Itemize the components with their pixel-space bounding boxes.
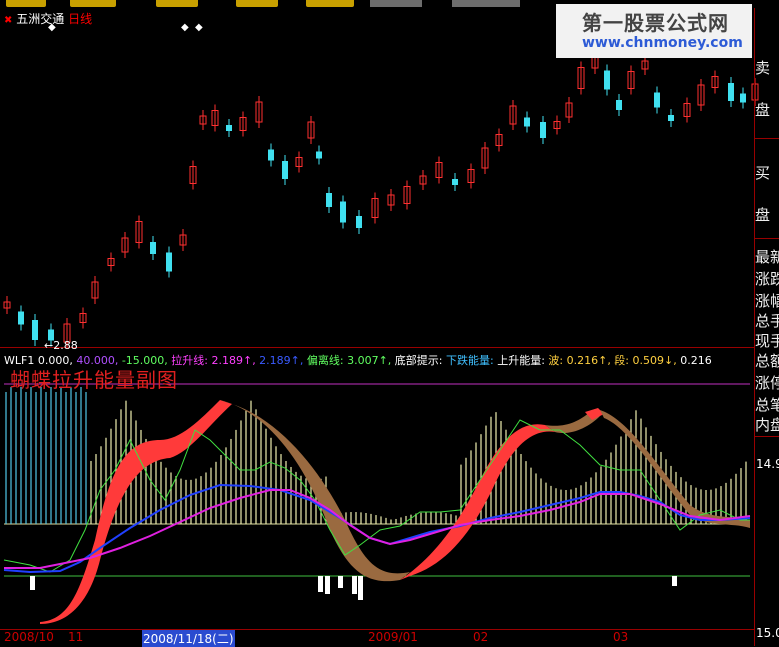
candle-body-down [452, 179, 458, 185]
indicator-value-6: 底部提示: [391, 354, 443, 367]
side-value-1: 14.9 [756, 457, 779, 471]
chart-period: 日线 [68, 12, 93, 26]
label-latest: 最新 [755, 248, 779, 266]
date-label-4: 02 [473, 630, 489, 644]
candlestick-series [3, 50, 759, 348]
date-label-cursor[interactable]: 2008/11/18(二) [142, 630, 235, 647]
quote-side-panel: 卖 盘 买 盘 最新 涨跌 涨幅 总手 现手 总额 涨停 总笔 内盘 [754, 8, 779, 646]
watermark-logo: 第一股票公式网 www.chnmoney.com [556, 4, 752, 58]
label-inner-volume: 内盘 [755, 416, 779, 434]
indicator-value-5: 偏离线: 3.007↑, [303, 354, 392, 367]
ribbon-fall-1 [220, 400, 410, 582]
stock-icon: ✖ [4, 15, 13, 26]
label-turnover: 总额 [755, 352, 779, 370]
label-buy-pan: 盘 [755, 206, 771, 224]
label-current-volume: 现手 [755, 332, 779, 350]
label-trades: 总笔 [755, 396, 779, 414]
candle-body-down [604, 70, 610, 90]
side-divider-3 [754, 436, 779, 437]
date-label-1: 2008/10 [4, 630, 54, 644]
indicator-value-7: 下跌能量: [442, 354, 494, 367]
candle-body-down [654, 92, 660, 108]
indicator-panel [3, 383, 751, 624]
candle-body-down [668, 115, 674, 121]
stock-header: ✖ 五洲交通 日线 [4, 10, 92, 27]
bottom-hint-bar [325, 576, 330, 594]
candle-body-down [616, 100, 622, 110]
bottom-hint-bar [318, 576, 323, 592]
label-sell: 卖 [755, 59, 771, 77]
side-divider-2 [754, 238, 779, 239]
candle-body-down [32, 320, 38, 340]
indicator-value-11: 0.216 [676, 354, 712, 367]
indicator-value-3: 拉升线: 2.189↑, [167, 354, 256, 367]
indicator-value-4: 2.189↑, [255, 354, 304, 367]
candle-body-down [166, 252, 172, 272]
stock-name: 五洲交通 [16, 12, 65, 26]
label-buy: 买 [755, 164, 771, 182]
candle-body-down [524, 117, 530, 127]
bottom-hint-bar [352, 576, 357, 594]
signal-mark-2: ◆ [181, 22, 189, 33]
date-label-2: 11 [68, 630, 84, 644]
candle-body-down [356, 216, 362, 228]
watermark-title: 第一股票公式网 [582, 11, 729, 35]
candle-body-down [540, 122, 546, 138]
watermark-url: www.chnmoney.com [582, 35, 743, 51]
label-change: 涨跌 [755, 270, 779, 288]
signal-mark-3: ◆ [195, 22, 203, 33]
candle-body-down [18, 311, 24, 325]
candle-body-down [340, 201, 346, 223]
side-divider-1 [754, 138, 779, 139]
indicator-value-10: 段: 0.509↓, [610, 354, 677, 367]
label-change-pct: 涨幅 [755, 292, 779, 310]
candle-body-down [316, 151, 322, 159]
candle-body-down [226, 125, 232, 131]
bottom-hint-bar [30, 576, 35, 590]
side-value-2: 15.0 [756, 626, 779, 640]
bottom-hint-bar [358, 576, 363, 600]
chart-canvas: ◆ ◆ ◆ [3, 22, 759, 624]
candle-body-down [728, 83, 734, 101]
candle-body-down [740, 93, 746, 103]
candle-body-down [282, 161, 288, 179]
ribbon-rise-2 [400, 424, 555, 580]
candle-body-down [150, 242, 156, 254]
label-volume: 总手 [755, 312, 779, 330]
indicator-value-8: 上升能量: [493, 354, 545, 367]
label-limit-up: 涨停 [755, 374, 779, 392]
date-label-5: 03 [613, 630, 629, 644]
label-sell-pan: 盘 [755, 101, 771, 119]
indicator-title: 蝴蝶拉升能量副图 [10, 368, 178, 392]
candle-body-down [268, 149, 274, 161]
low-price-marker: ←2.88 [44, 339, 78, 352]
bottom-hint-bar [672, 576, 677, 586]
date-label-3: 2009/01 [368, 630, 418, 644]
panel-divider [0, 347, 754, 348]
candle-body-down [326, 193, 332, 207]
indicator-value-9: 波: 0.216↑, [544, 354, 611, 367]
bottom-hint-bar [338, 576, 343, 588]
